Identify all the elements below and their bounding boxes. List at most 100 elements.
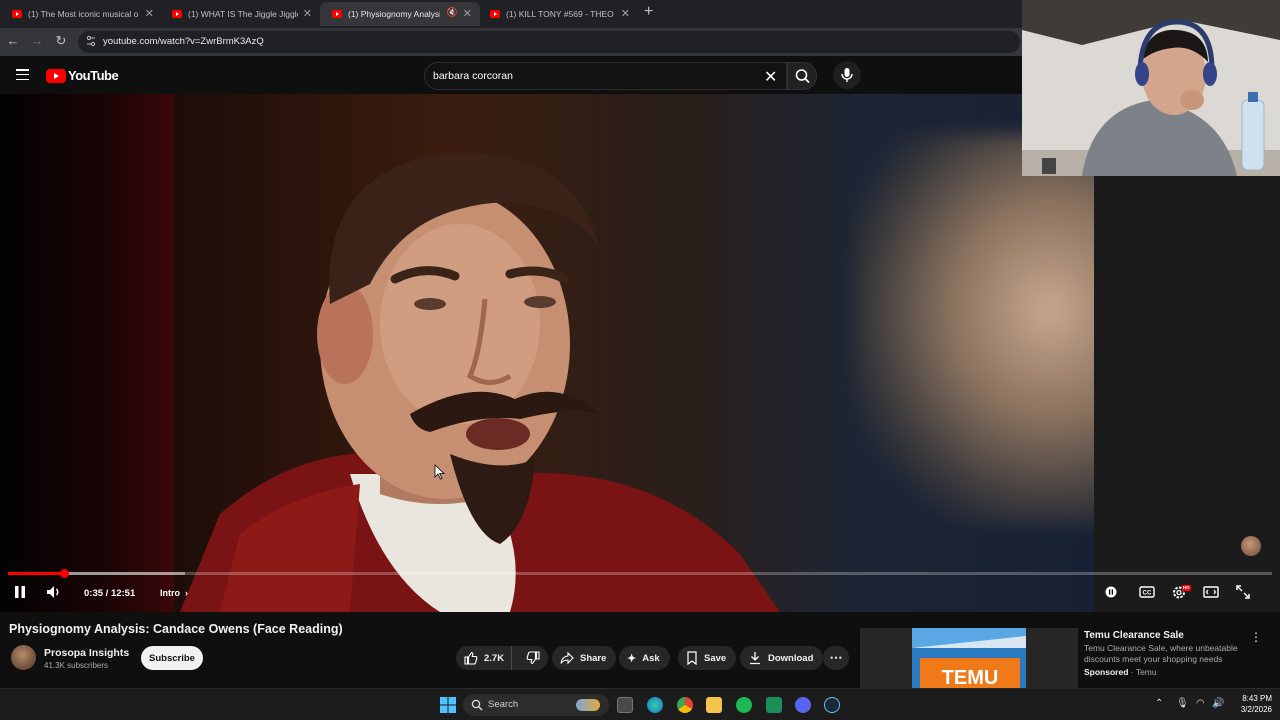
system-clock[interactable]: 8:43 PM 3/2/2026 bbox=[1228, 693, 1272, 715]
search-highlight-icon bbox=[576, 699, 600, 711]
subscriber-count: 41.3K subscribers bbox=[44, 661, 109, 670]
youtube-wordmark: YouTube bbox=[68, 68, 119, 83]
ask-label: Ask bbox=[642, 652, 660, 664]
speaker-icon[interactable]: 🔊 bbox=[1212, 698, 1224, 709]
ad-thumbnail-text: TEMU bbox=[942, 667, 999, 688]
chapter-button[interactable]: Intro › bbox=[160, 588, 188, 598]
wifi-icon[interactable]: ◠ bbox=[1196, 698, 1205, 709]
file-explorer-icon[interactable] bbox=[706, 697, 722, 713]
discord-icon[interactable] bbox=[795, 697, 811, 713]
like-button[interactable]: 2.7K bbox=[456, 646, 513, 670]
back-icon[interactable]: ← bbox=[5, 33, 21, 48]
tab-title: (1) Physiognomy Analysis: C bbox=[348, 9, 440, 19]
tab-title: (1) WHAT IS The Jiggle Jiggle s bbox=[188, 9, 298, 19]
ad-advertiser: Temu bbox=[1135, 667, 1157, 677]
like-dislike-group: 2.7K bbox=[456, 646, 548, 670]
chapter-label: Intro bbox=[160, 588, 180, 598]
youtube-header: YouTube barbara corcoran ✕ bbox=[0, 56, 1022, 94]
steam-icon[interactable] bbox=[824, 697, 840, 713]
captions-icon[interactable]: CC bbox=[1139, 584, 1155, 600]
autoplay-toggle-icon[interactable] bbox=[1104, 584, 1118, 600]
volume-icon[interactable] bbox=[45, 584, 63, 600]
new-tab-button[interactable]: + bbox=[644, 3, 653, 21]
hamburger-menu-icon[interactable] bbox=[16, 69, 29, 81]
site-info-icon[interactable] bbox=[86, 35, 96, 47]
windows-start-icon[interactable] bbox=[440, 697, 456, 713]
dislike-button[interactable] bbox=[518, 651, 548, 665]
played-bar bbox=[8, 572, 65, 575]
webcam-streamer-image bbox=[1022, 0, 1280, 176]
save-button[interactable]: Save bbox=[678, 646, 737, 670]
task-view-icon[interactable] bbox=[617, 697, 633, 713]
share-button[interactable]: Share bbox=[552, 646, 617, 670]
search-button[interactable] bbox=[787, 62, 817, 90]
microphone-icon bbox=[841, 68, 853, 82]
tray-microphone-icon[interactable]: 🎙 bbox=[1176, 698, 1189, 709]
chrome-browser-icon[interactable] bbox=[677, 697, 693, 713]
youtube-favicon-icon bbox=[12, 10, 22, 18]
address-bar[interactable]: youtube.com/watch?v=ZwrBrmK3AzQ bbox=[78, 31, 1020, 53]
chevron-right-icon: › bbox=[182, 588, 189, 598]
spotify-icon[interactable] bbox=[736, 697, 752, 713]
url-text: youtube.com/watch?v=ZwrBrmK3AzQ bbox=[103, 36, 264, 47]
save-label: Save bbox=[704, 652, 727, 664]
tab-title: (1) The Most iconic musical op bbox=[28, 9, 138, 19]
hd-badge: HD bbox=[1183, 585, 1190, 590]
browser-tab-active[interactable]: (1) Physiognomy Analysis: C 🔇 ✕ bbox=[320, 2, 480, 26]
ask-button[interactable]: ✦ Ask bbox=[619, 646, 670, 670]
ad-thumbnail-image: TEMU bbox=[860, 628, 1078, 688]
time-display: 0:35 / 12:51 bbox=[84, 588, 135, 599]
reload-icon[interactable]: ↻ bbox=[53, 33, 69, 49]
tab-close-icon[interactable]: ✕ bbox=[145, 7, 154, 20]
svg-text:CC: CC bbox=[1143, 591, 1152, 597]
progress-bar[interactable] bbox=[8, 569, 1272, 578]
youtube-favicon-icon bbox=[332, 10, 342, 18]
video-frame-left bbox=[0, 94, 175, 612]
webcam-overlay bbox=[1022, 0, 1280, 176]
edge-browser-icon[interactable] bbox=[647, 697, 663, 713]
channel-watermark[interactable] bbox=[1241, 536, 1261, 556]
tab-close-icon[interactable]: ✕ bbox=[463, 7, 472, 20]
more-actions-button[interactable]: ⋯ bbox=[823, 646, 849, 670]
tab-audio-icon[interactable]: 🔇 bbox=[447, 7, 458, 18]
youtube-logo[interactable]: YouTube bbox=[46, 68, 119, 83]
ad-sponsor-line: Sponsored · Temu bbox=[1084, 667, 1157, 677]
subscribe-button[interactable]: Subscribe bbox=[141, 646, 203, 670]
clear-search-icon[interactable]: ✕ bbox=[764, 67, 777, 87]
search-input[interactable]: barbara corcoran ✕ bbox=[424, 62, 787, 90]
ad-description: Temu Clearance Sale, where unbeatable di… bbox=[1084, 643, 1238, 664]
browser-tab[interactable]: (1) KILL TONY #569 - THEO VO ✕ bbox=[478, 2, 638, 26]
ad-menu-icon[interactable]: ⋮ bbox=[1250, 630, 1262, 644]
browser-tab[interactable]: (1) The Most iconic musical op ✕ bbox=[0, 2, 162, 26]
channel-name[interactable]: Prosopa Insights bbox=[44, 647, 129, 659]
ad-thumbnail[interactable]: TEMU bbox=[860, 628, 1078, 688]
mouse-cursor-icon bbox=[434, 464, 446, 480]
taskbar-search[interactable]: Search bbox=[463, 694, 609, 716]
download-icon bbox=[750, 652, 760, 665]
fullscreen-icon[interactable] bbox=[1236, 584, 1250, 600]
forward-icon[interactable]: → bbox=[29, 33, 45, 48]
ad-title[interactable]: Temu Clearance Sale bbox=[1084, 630, 1184, 641]
video-presenter-image bbox=[180, 153, 780, 612]
tab-close-icon[interactable]: ✕ bbox=[621, 7, 630, 20]
tray-overflow-chevron-icon[interactable]: ⌃ bbox=[1155, 698, 1163, 709]
search-query: barbara corcoran bbox=[433, 70, 513, 82]
download-button[interactable]: Download bbox=[740, 646, 824, 670]
browser-tab[interactable]: (1) WHAT IS The Jiggle Jiggle s ✕ bbox=[160, 2, 320, 26]
video-title: Physiognomy Analysis: Candace Owens (Fac… bbox=[9, 622, 343, 636]
share-label: Share bbox=[580, 652, 607, 664]
taskbar-search-icon bbox=[471, 699, 483, 711]
share-arrow-icon bbox=[560, 651, 574, 665]
chat-app-icon[interactable] bbox=[766, 697, 782, 713]
clock-date: 3/2/2026 bbox=[1240, 705, 1272, 714]
taskbar-search-label: Search bbox=[488, 699, 519, 710]
separator-dot: · bbox=[1128, 667, 1136, 677]
pause-icon[interactable] bbox=[12, 584, 28, 600]
thumbs-down-icon bbox=[526, 651, 540, 665]
sponsored-label: Sponsored bbox=[1084, 667, 1129, 677]
channel-avatar[interactable] bbox=[11, 645, 36, 670]
sponsored-ad[interactable]: TEMU Temu Clearance Sale Temu Clearance … bbox=[860, 628, 1268, 688]
voice-search-button[interactable] bbox=[833, 61, 861, 89]
theater-mode-icon[interactable] bbox=[1203, 584, 1219, 600]
tab-close-icon[interactable]: ✕ bbox=[303, 7, 312, 20]
